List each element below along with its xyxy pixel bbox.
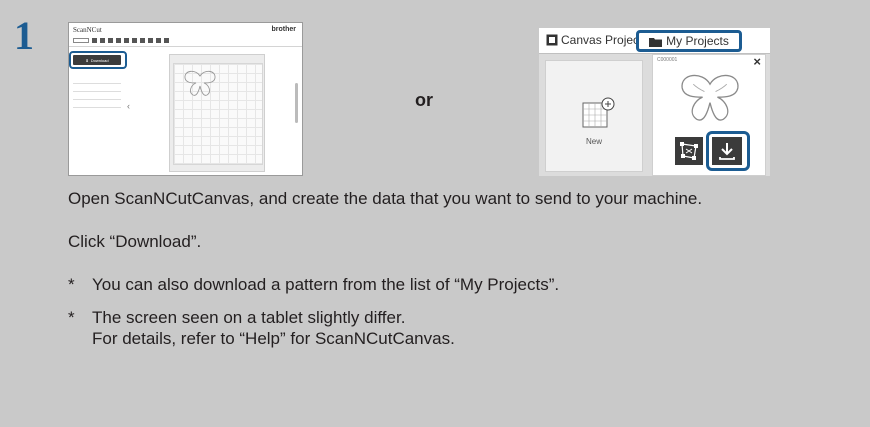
download-highlight-ring — [706, 131, 750, 171]
toolbar-dropdown[interactable] — [73, 37, 89, 43]
project-card[interactable]: C000001 × — [652, 54, 766, 176]
canvas-project-icon — [546, 34, 558, 46]
editor-sidebar: ⬇ Download — [69, 51, 127, 173]
tool-icon[interactable] — [92, 37, 97, 43]
new-project-tile[interactable]: New — [545, 60, 643, 172]
step-number: 1 — [14, 13, 34, 58]
butterfly-icon — [184, 70, 216, 96]
note-text: The screen seen on a tablet slightly dif… — [92, 307, 792, 349]
edit-project-button[interactable] — [675, 137, 703, 165]
note-text: You can also download a pattern from the… — [92, 275, 560, 294]
tool-icon[interactable] — [108, 37, 113, 43]
close-icon[interactable]: × — [753, 54, 761, 69]
editor-toolbar — [73, 36, 223, 44]
cutting-mat — [173, 63, 263, 165]
editor-header: ScanNCut brother — [69, 23, 302, 47]
butterfly-icon — [681, 74, 739, 121]
instruction-panel: 1 ScanNCut brother ⬇ Download ‹ or Canva… — [0, 0, 870, 427]
tool-icon[interactable] — [140, 37, 145, 43]
chevron-left-icon[interactable]: ‹ — [127, 101, 130, 111]
new-label: New — [585, 137, 602, 146]
app-logo: ScanNCut — [73, 26, 102, 34]
edit-node-icon — [680, 142, 698, 160]
instruction-line-1: Open ScanNCutCanvas, and create the data… — [68, 189, 703, 208]
note-text-line-1: The screen seen on a tablet slightly dif… — [92, 308, 406, 327]
tool-icon[interactable] — [148, 37, 153, 43]
tool-icon[interactable] — [100, 37, 105, 43]
or-separator: or — [415, 90, 433, 110]
my-projects-screenshot: Canvas Project My Projects New C000001 × — [539, 28, 770, 176]
tool-icon[interactable] — [132, 37, 137, 43]
download-highlight-ring — [69, 51, 127, 69]
tab-canvas-project[interactable]: Canvas Project — [546, 33, 642, 47]
sidebar-row[interactable] — [73, 101, 121, 108]
tab-my-projects-label: My Projects — [666, 34, 729, 48]
tool-icon[interactable] — [116, 37, 121, 43]
sidebar-row[interactable] — [73, 93, 121, 100]
tab-canvas-project-label: Canvas Project — [561, 33, 643, 47]
note-text-line-2: For details, refer to “Help” for ScanNCu… — [92, 329, 455, 348]
tool-icon[interactable] — [164, 37, 169, 43]
tool-icon[interactable] — [124, 37, 129, 43]
project-id: C000001 — [657, 57, 678, 63]
new-grid-icon — [582, 97, 615, 128]
tool-icon[interactable] — [156, 37, 161, 43]
editor-canvas — [169, 54, 265, 172]
sidebar-row[interactable] — [73, 85, 121, 92]
folder-icon — [649, 37, 663, 47]
instruction-line-2: Click “Download”. — [68, 232, 202, 251]
brand-logo: brother — [271, 26, 297, 33]
tab-my-projects[interactable]: My Projects — [636, 30, 742, 52]
sidebar-row[interactable] — [73, 77, 121, 84]
note-bullet: * — [68, 308, 75, 327]
project-tab-bar: Canvas Project My Projects — [539, 28, 770, 54]
note-bullet: * — [68, 275, 75, 294]
editor-screenshot: ScanNCut brother ⬇ Download ‹ — [68, 22, 303, 176]
vertical-scrollbar[interactable] — [295, 83, 298, 123]
